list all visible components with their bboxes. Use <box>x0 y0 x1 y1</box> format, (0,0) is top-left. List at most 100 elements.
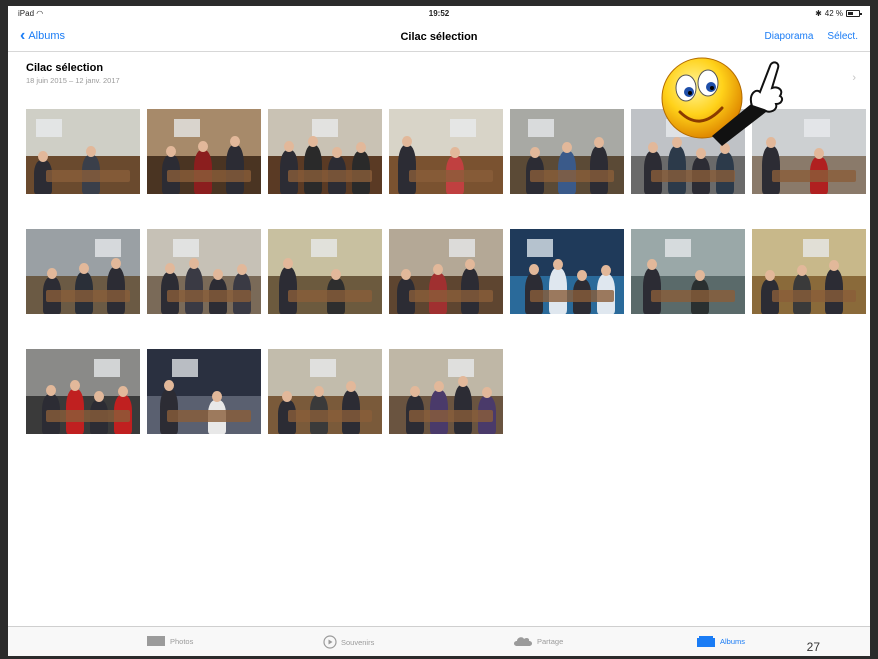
photo-person-head <box>70 380 80 391</box>
photo-person-head <box>356 142 366 153</box>
photo-person-head <box>647 259 657 270</box>
photo-person-head <box>94 391 104 402</box>
photo-detail <box>448 359 474 377</box>
memories-icon <box>323 635 337 649</box>
photo-person-head <box>450 147 460 158</box>
photo-person-head <box>695 270 705 281</box>
photo-thumbnail[interactable] <box>147 109 261 194</box>
photo-table <box>167 170 251 182</box>
photo-table <box>46 410 130 422</box>
photo-person-head <box>47 268 57 279</box>
photo-person-head <box>797 265 807 276</box>
photo-person-head <box>166 146 176 157</box>
select-button[interactable]: Sélect. <box>827 31 858 42</box>
photo-detail <box>173 239 199 257</box>
photo-person-head <box>213 269 223 280</box>
photo-person-head <box>283 258 293 269</box>
photo-thumbnail[interactable] <box>147 229 261 314</box>
photo-person-head <box>410 386 420 397</box>
photo-person-head <box>594 137 604 148</box>
photo-person-head <box>314 386 324 397</box>
photo-table <box>288 290 372 302</box>
photo-table <box>530 290 614 302</box>
photo-table <box>409 290 493 302</box>
photo-thumbnail[interactable] <box>389 109 503 194</box>
tab-shared[interactable]: Partage <box>513 635 563 647</box>
status-time: 19:52 <box>428 9 450 18</box>
photo-person-head <box>530 147 540 158</box>
photo-person-head <box>111 258 121 269</box>
photo-thumbnail[interactable] <box>147 349 261 434</box>
photo-table <box>167 410 251 422</box>
photo-thumbnail[interactable] <box>510 109 624 194</box>
photo-person-head <box>577 270 587 281</box>
photo-person-head <box>458 376 468 387</box>
photo-person-head <box>482 387 492 398</box>
album-title: Cilac sélection <box>26 62 104 74</box>
photo-person-head <box>529 264 539 275</box>
photo-detail <box>174 119 200 137</box>
photo-person-head <box>346 381 356 392</box>
photo-person-head <box>284 141 294 152</box>
photo-person-head <box>79 263 89 274</box>
photo-thumbnail[interactable] <box>26 109 140 194</box>
photo-detail <box>450 119 476 137</box>
page-number: 27 <box>806 640 820 654</box>
photo-person-head <box>401 269 411 280</box>
photo-thumbnail[interactable] <box>752 229 866 314</box>
photo-person-head <box>829 260 839 271</box>
photo-table <box>409 410 493 422</box>
photo-table <box>288 410 372 422</box>
photo-detail <box>36 119 62 137</box>
photo-table <box>288 170 372 182</box>
photo-detail <box>803 239 829 257</box>
photo-detail <box>94 359 120 377</box>
tab-albums[interactable]: Albums <box>696 635 745 648</box>
photo-person-head <box>765 270 775 281</box>
photo-detail <box>449 239 475 257</box>
photo-person-head <box>332 147 342 158</box>
photo-person-head <box>465 259 475 270</box>
photo-person-head <box>164 380 174 391</box>
photos-icon <box>147 636 165 646</box>
photo-thumbnail[interactable] <box>26 349 140 434</box>
photo-person-head <box>230 136 240 147</box>
photo-detail <box>804 119 830 137</box>
slideshow-button[interactable]: Diaporama <box>765 31 814 42</box>
photo-person-head <box>118 386 128 397</box>
photo-detail <box>172 359 198 377</box>
albums-icon <box>697 636 715 647</box>
photo-person-head <box>189 258 199 269</box>
album-date-range: 18 juin 2015 – 12 janv. 2017 <box>26 76 120 85</box>
photo-thumbnail[interactable] <box>389 229 503 314</box>
photo-person-head <box>165 263 175 274</box>
photo-table <box>772 290 856 302</box>
photo-person-head <box>814 148 824 159</box>
bluetooth-icon: ✱ <box>815 9 822 18</box>
photo-person-head <box>331 269 341 280</box>
photo-thumbnail[interactable] <box>268 109 382 194</box>
battery-status: ✱ 42 % <box>815 9 862 18</box>
photo-person-head <box>237 264 247 275</box>
photo-person-head <box>562 142 572 153</box>
photo-thumbnail[interactable] <box>389 349 503 434</box>
tab-memories[interactable]: Souvenirs <box>323 635 374 649</box>
photo-person-head <box>86 146 96 157</box>
album-header[interactable]: Cilac sélection 18 juin 2015 – 12 janv. … <box>26 62 120 85</box>
photo-thumbnail[interactable] <box>268 349 382 434</box>
tab-photos[interactable]: Photos <box>146 635 193 647</box>
photo-thumbnail[interactable] <box>510 229 624 314</box>
chevron-right-icon[interactable]: › <box>852 72 856 84</box>
photo-table <box>167 290 251 302</box>
photo-person-head <box>402 136 412 147</box>
photo-table <box>46 170 130 182</box>
photo-detail <box>311 239 337 257</box>
photo-thumbnail[interactable] <box>26 229 140 314</box>
photo-table <box>772 170 856 182</box>
photo-person-head <box>198 141 208 152</box>
photo-table <box>46 290 130 302</box>
photo-thumbnail[interactable] <box>631 229 745 314</box>
photo-detail <box>528 119 554 137</box>
photo-person-head <box>38 151 48 162</box>
photo-thumbnail[interactable] <box>268 229 382 314</box>
